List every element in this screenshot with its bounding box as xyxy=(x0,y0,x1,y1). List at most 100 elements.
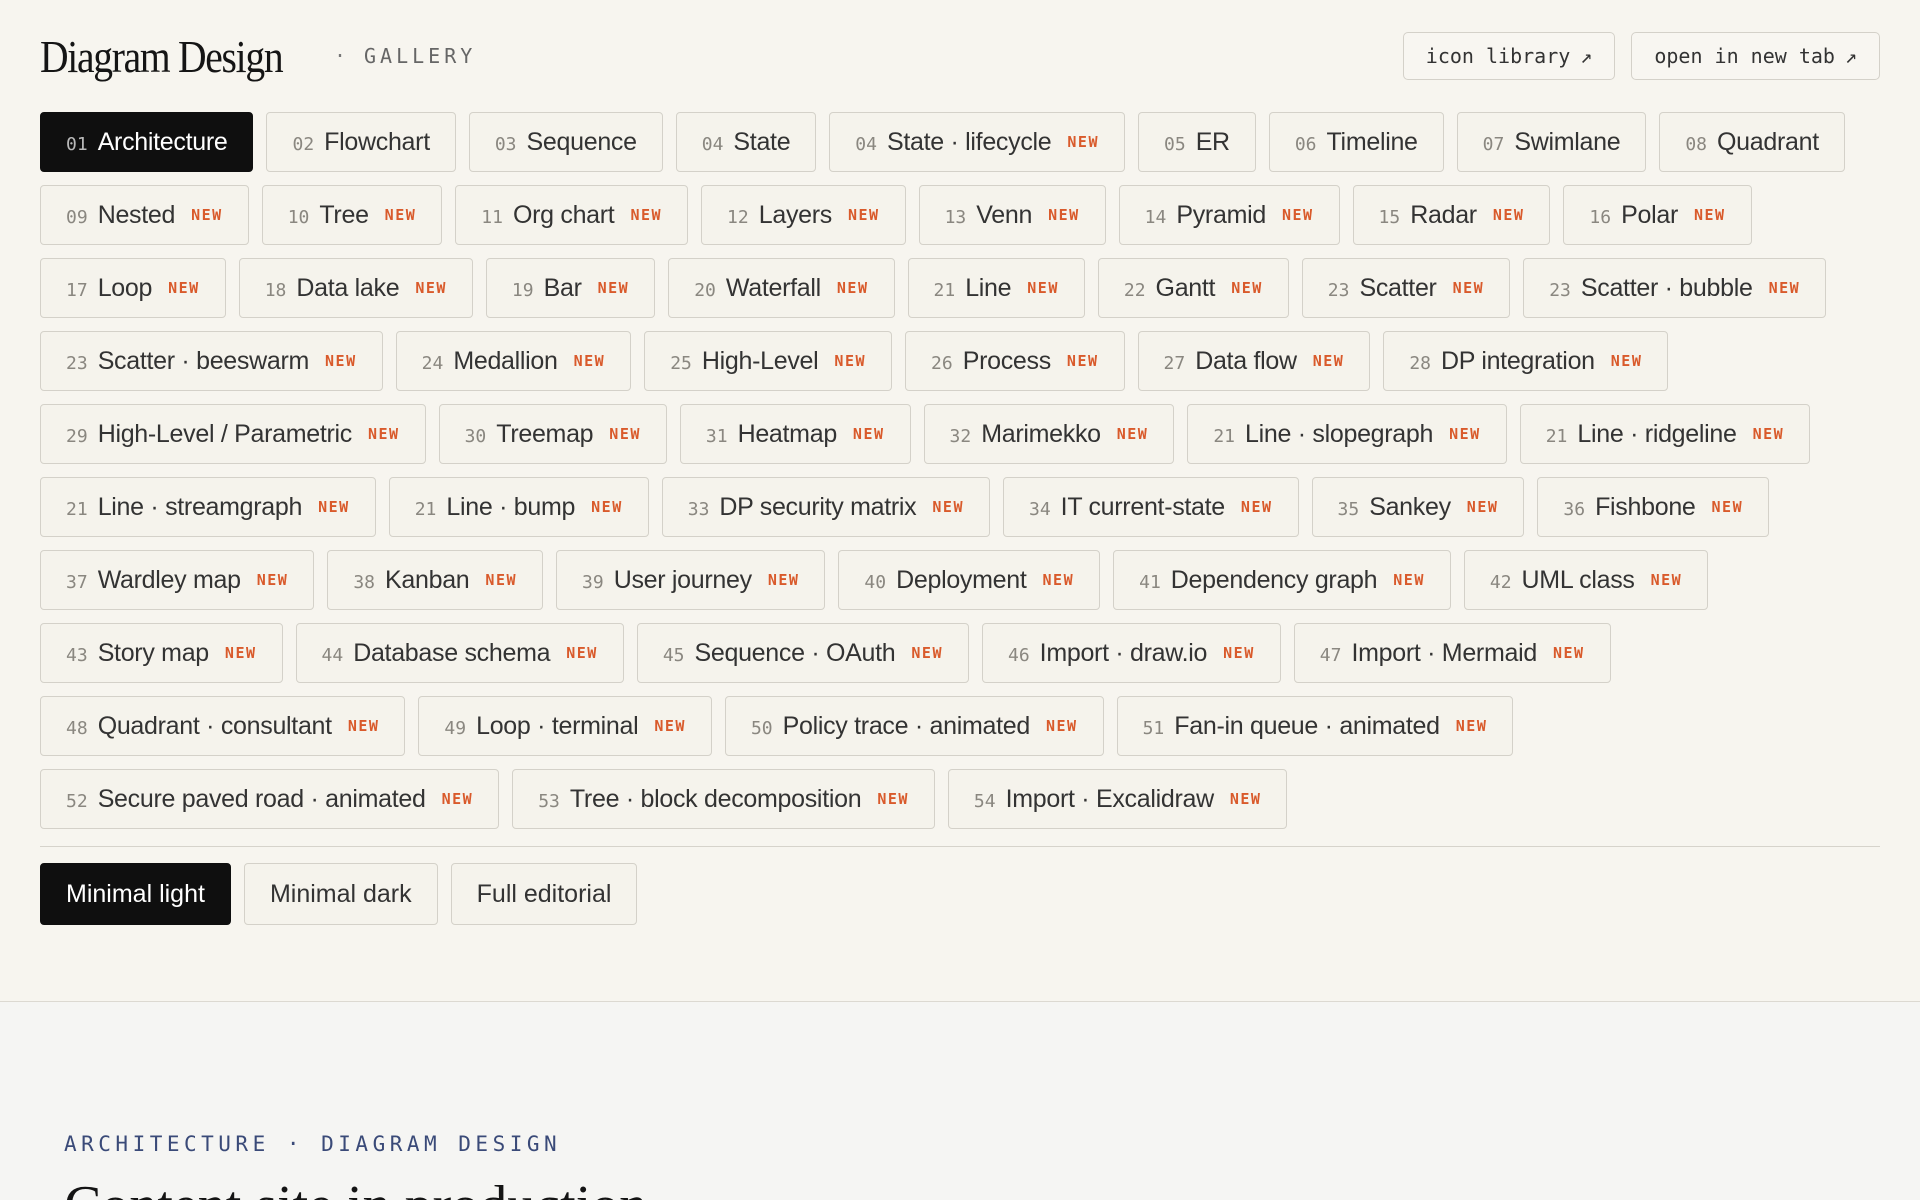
tab-line-bump[interactable]: 21 Line · bump NEW xyxy=(388,477,649,537)
tab-policy-trace-animated[interactable]: 50 Policy trace · animated NEW xyxy=(724,696,1104,756)
tab-number: 47 xyxy=(1319,644,1342,666)
tab-tree-block-decomposition[interactable]: 53 Tree · block decomposition NEW xyxy=(512,769,935,829)
tab-data-lake[interactable]: 18 Data lake NEW xyxy=(238,258,473,318)
tab-import-excalidraw[interactable]: 54 Import · Excalidraw NEW xyxy=(947,769,1288,829)
tab-layers[interactable]: 12 Layers NEW xyxy=(701,185,906,245)
tab-state-lifecycle[interactable]: 04 State · lifecycle NEW xyxy=(829,112,1125,172)
tab-number: 14 xyxy=(1144,206,1167,228)
tab-number: 30 xyxy=(464,425,487,447)
tab-gantt[interactable]: 22 Gantt NEW xyxy=(1097,258,1289,318)
tab-swimlane[interactable]: 07 Swimlane xyxy=(1456,112,1647,172)
tab-line-slopegraph[interactable]: 21 Line · slopegraph NEW xyxy=(1187,404,1507,464)
tab-number: 22 xyxy=(1123,279,1146,301)
tab-data-flow[interactable]: 27 Data flow NEW xyxy=(1137,331,1371,391)
tab-sankey[interactable]: 35 Sankey NEW xyxy=(1311,477,1525,537)
tab-database-schema[interactable]: 44 Database schema NEW xyxy=(295,623,624,683)
tab-org-chart[interactable]: 11 Org chart NEW xyxy=(455,185,689,245)
tab-number: 52 xyxy=(66,790,88,812)
tab-import-draw-io[interactable]: 46 Import · draw.io NEW xyxy=(981,623,1281,683)
theme-full-editorial[interactable]: Full editorial xyxy=(450,863,638,925)
tab-line[interactable]: 21 Line NEW xyxy=(907,258,1085,318)
tab-medallion[interactable]: 24 Medallion NEW xyxy=(395,331,632,391)
tab-scatter[interactable]: 23 Scatter NEW xyxy=(1301,258,1511,318)
tab-dependency-graph[interactable]: 41 Dependency graph NEW xyxy=(1113,550,1451,610)
tab-line-ridgeline[interactable]: 21 Line · ridgeline NEW xyxy=(1519,404,1811,464)
tab-sequence[interactable]: 03 Sequence xyxy=(468,112,663,172)
tab-heatmap[interactable]: 31 Heatmap NEW xyxy=(679,404,911,464)
tab-label: Line · bump xyxy=(446,492,576,521)
tab-high-level-parametric[interactable]: 29 High-Level / Parametric NEW xyxy=(40,404,426,464)
brand-title[interactable]: Diagram Design xyxy=(40,30,284,83)
tab-number: 01 xyxy=(66,133,88,155)
tab-wardley-map[interactable]: 37 Wardley map NEW xyxy=(40,550,315,610)
tab-number: 23 xyxy=(66,352,88,374)
tab-venn[interactable]: 13 Venn NEW xyxy=(918,185,1106,245)
new-badge: NEW xyxy=(1492,206,1525,224)
tab-number: 23 xyxy=(1327,279,1350,301)
tab-number: 45 xyxy=(662,644,685,666)
tab-fishbone[interactable]: 36 Fishbone NEW xyxy=(1537,477,1770,537)
tab-quadrant[interactable]: 08 Quadrant xyxy=(1659,112,1845,172)
tab-fan-in-queue-animated[interactable]: 51 Fan-in queue · animated NEW xyxy=(1116,696,1514,756)
tab-state[interactable]: 04 State xyxy=(675,112,817,172)
tab-label: Gantt xyxy=(1155,273,1216,302)
theme-minimal-dark[interactable]: Minimal dark xyxy=(243,863,438,925)
tab-import-mermaid[interactable]: 47 Import · Mermaid NEW xyxy=(1293,623,1611,683)
new-badge: NEW xyxy=(168,279,200,297)
tab-kanban[interactable]: 38 Kanban NEW xyxy=(327,550,544,610)
open-new-tab-link[interactable]: open in new tab ↗ xyxy=(1631,32,1880,80)
tab-number: 43 xyxy=(66,644,88,666)
new-badge: NEW xyxy=(1393,571,1425,589)
tab-it-current-state[interactable]: 34 IT current-state NEW xyxy=(1002,477,1299,537)
tab-nested[interactable]: 09 Nested NEW xyxy=(40,185,249,245)
tab-uml-class[interactable]: 42 UML class NEW xyxy=(1463,550,1709,610)
theme-minimal-light[interactable]: Minimal light xyxy=(40,863,231,925)
tab-er[interactable]: 05 ER xyxy=(1138,112,1256,172)
new-badge: NEW xyxy=(877,790,909,808)
new-badge: NEW xyxy=(591,498,623,516)
tab-flowchart[interactable]: 02 Flowchart xyxy=(266,112,456,172)
tab-pyramid[interactable]: 14 Pyramid NEW xyxy=(1118,185,1340,245)
tab-story-map[interactable]: 43 Story map NEW xyxy=(40,623,283,683)
tab-number: 35 xyxy=(1337,498,1360,520)
tab-radar[interactable]: 15 Radar NEW xyxy=(1352,185,1551,245)
tab-quadrant-consultant[interactable]: 48 Quadrant · consultant NEW xyxy=(40,696,406,756)
tab-number: 46 xyxy=(1007,644,1030,666)
new-badge: NEW xyxy=(911,644,943,662)
tab-polar[interactable]: 16 Polar NEW xyxy=(1563,185,1752,245)
tab-user-journey[interactable]: 39 User journey NEW xyxy=(556,550,826,610)
new-badge: NEW xyxy=(1768,279,1801,297)
tab-waterfall[interactable]: 20 Waterfall NEW xyxy=(668,258,895,318)
tab-label: Radar xyxy=(1410,200,1477,229)
tab-sequence-oauth[interactable]: 45 Sequence · OAuth NEW xyxy=(636,623,969,683)
tab-scatter-beeswarm[interactable]: 23 Scatter · beeswarm NEW xyxy=(40,331,383,391)
tab-dp-integration[interactable]: 28 DP integration NEW xyxy=(1383,331,1669,391)
new-badge: NEW xyxy=(347,717,380,735)
open-new-tab-label: open in new tab xyxy=(1654,44,1835,68)
tab-label: Import · Excalidraw xyxy=(1005,784,1215,813)
tab-number: 34 xyxy=(1028,498,1051,520)
tab-treemap[interactable]: 30 Treemap NEW xyxy=(438,404,667,464)
tab-marimekko[interactable]: 32 Marimekko NEW xyxy=(923,404,1175,464)
new-badge: NEW xyxy=(1312,352,1345,370)
tab-timeline[interactable]: 06 Timeline xyxy=(1268,112,1444,172)
tab-label: Sequence · OAuth xyxy=(694,638,896,667)
tab-dp-security-matrix[interactable]: 33 DP security matrix NEW xyxy=(661,477,990,537)
tab-line-streamgraph[interactable]: 21 Line · streamgraph NEW xyxy=(40,477,376,537)
tab-scatter-bubble[interactable]: 23 Scatter · bubble NEW xyxy=(1523,258,1827,318)
tab-loop[interactable]: 17 Loop NEW xyxy=(40,258,226,318)
tab-process[interactable]: 26 Process NEW xyxy=(905,331,1125,391)
tab-bar[interactable]: 19 Bar NEW xyxy=(485,258,656,318)
tab-label: Timeline xyxy=(1326,127,1418,156)
tab-architecture[interactable]: 01 Architecture xyxy=(40,112,254,172)
tab-tree[interactable]: 10 Tree NEW xyxy=(261,185,443,245)
new-badge: NEW xyxy=(654,717,686,735)
tab-loop-terminal[interactable]: 49 Loop · terminal NEW xyxy=(418,696,712,756)
tab-number: 17 xyxy=(66,279,88,301)
tab-label: High-Level xyxy=(701,346,819,375)
tab-high-level[interactable]: 25 High-Level NEW xyxy=(644,331,893,391)
icon-library-link[interactable]: icon library ↗ xyxy=(1402,32,1616,80)
tab-deployment[interactable]: 40 Deployment NEW xyxy=(838,550,1101,610)
tab-label: UML class xyxy=(1521,565,1635,594)
tab-secure-paved-road-animated[interactable]: 52 Secure paved road · animated NEW xyxy=(40,769,500,829)
